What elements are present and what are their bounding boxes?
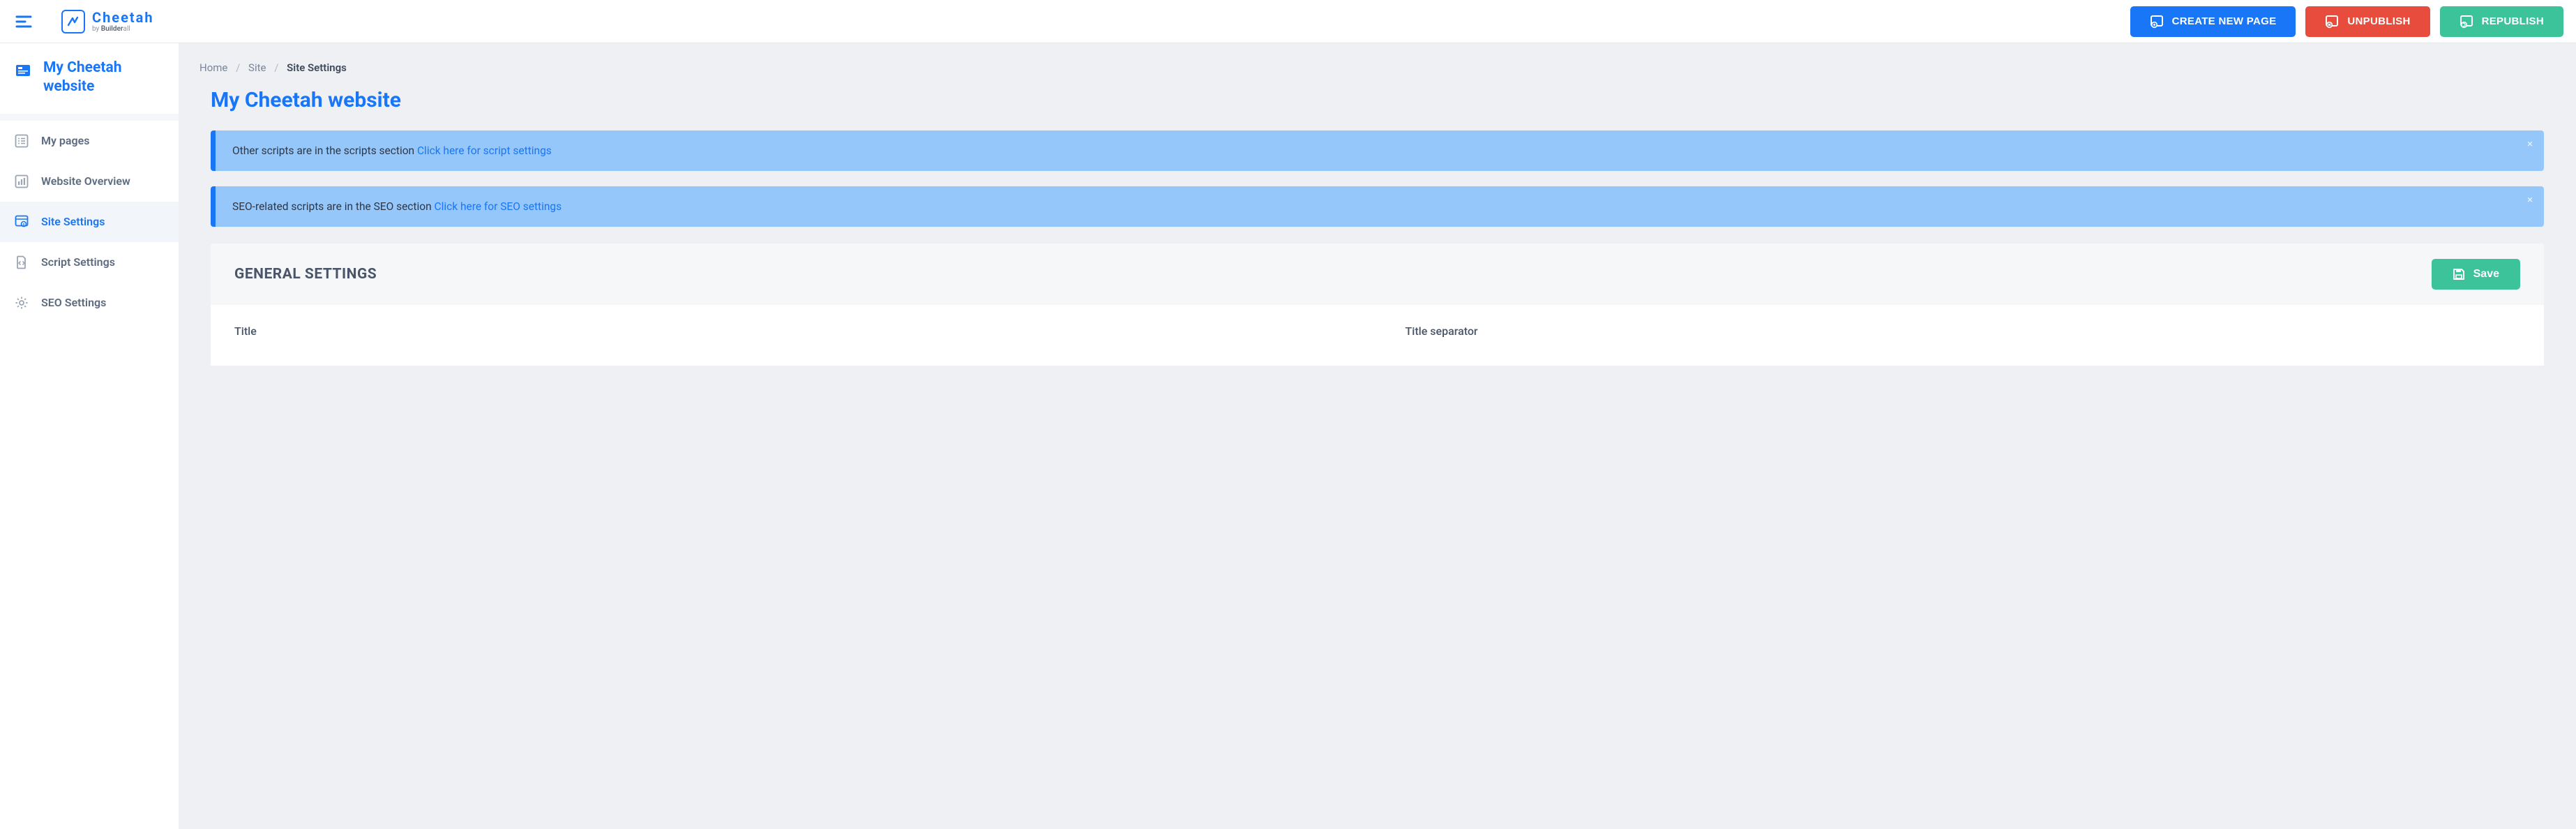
unpublish-button[interactable]: UNPUBLISH — [2305, 6, 2430, 37]
header-actions: CREATE NEW PAGE UNPUBLISH REPUBLISH — [2130, 6, 2576, 37]
breadcrumb: Home / Site / Site Settings — [179, 61, 2576, 88]
panel-title: GENERAL SETTINGS — [234, 266, 377, 283]
brand-byline: by Builderall — [92, 26, 154, 33]
breadcrumb-current: Site Settings — [287, 61, 347, 74]
sidebar-site-title-block[interactable]: My Cheetah website — [0, 43, 179, 114]
breadcrumb-separator: / — [274, 61, 278, 74]
page-title: My Cheetah website — [179, 88, 2576, 130]
republish-label: REPUBLISH — [2482, 15, 2544, 27]
sidebar-item-script-settings[interactable]: Script Settings — [0, 242, 179, 283]
field-label-separator: Title separator — [1406, 324, 2521, 338]
create-new-page-button[interactable]: CREATE NEW PAGE — [2130, 6, 2296, 37]
close-icon[interactable]: × — [2527, 193, 2533, 206]
main-content: Home / Site / Site Settings My Cheetah w… — [179, 43, 2576, 829]
field-label-title: Title — [234, 324, 1350, 338]
sidebar-divider — [0, 114, 179, 121]
hamburger-wrap — [0, 15, 47, 28]
alert-seo: SEO-related scripts are in the SEO secti… — [211, 186, 2544, 227]
form-col-separator: Title separator — [1406, 324, 2521, 338]
sidebar-item-label: Site Settings — [41, 215, 105, 228]
sidebar-item-label: My pages — [41, 134, 89, 147]
sidebar-site-title: My Cheetah website — [43, 59, 165, 97]
save-button[interactable]: Save — [2432, 259, 2520, 290]
alert-scripts-text: Other scripts are in the scripts section — [232, 144, 417, 157]
republish-icon — [2460, 15, 2473, 29]
sidebar-item-my-pages[interactable]: My pages — [0, 121, 179, 161]
sidebar-item-label: Script Settings — [41, 255, 115, 269]
unpublish-icon — [2325, 15, 2339, 29]
chart-icon — [15, 174, 29, 188]
panel-header: GENERAL SETTINGS Save — [211, 244, 2544, 305]
republish-button[interactable]: REPUBLISH — [2440, 6, 2563, 37]
sidebar-item-label: Website Overview — [41, 174, 130, 188]
brand-name: Cheetah — [92, 10, 154, 24]
menu-toggle-icon[interactable] — [15, 15, 32, 28]
panel-body: Title Title separator — [211, 305, 2544, 366]
create-new-page-label: CREATE NEW PAGE — [2172, 15, 2277, 27]
sidebar-item-website-overview[interactable]: Website Overview — [0, 161, 179, 202]
alert-seo-text: SEO-related scripts are in the SEO secti… — [232, 200, 435, 213]
list-icon — [15, 134, 29, 148]
sidebar: My Cheetah website My pages Website Over… — [0, 43, 179, 829]
save-icon — [2453, 268, 2465, 281]
brand-logo[interactable]: Cheetah by Builderall — [47, 10, 154, 33]
close-icon[interactable]: × — [2527, 137, 2533, 150]
code-file-icon — [15, 255, 29, 269]
site-settings-icon — [15, 215, 29, 229]
alert-scripts: Other scripts are in the scripts section… — [211, 130, 2544, 171]
alert-scripts-link[interactable]: Click here for script settings — [417, 144, 552, 157]
brand-text: Cheetah by Builderall — [92, 10, 154, 33]
save-button-label: Save — [2473, 268, 2499, 281]
breadcrumb-separator: / — [236, 61, 240, 74]
breadcrumb-home[interactable]: Home — [199, 61, 227, 74]
breadcrumb-site[interactable]: Site — [248, 61, 266, 74]
brand-icon — [61, 10, 85, 33]
form-col-title: Title — [234, 324, 1350, 338]
gear-icon — [15, 296, 29, 310]
sidebar-item-label: SEO Settings — [41, 296, 106, 309]
top-header: Cheetah by Builderall CREATE NEW PAGE UN… — [0, 0, 2576, 43]
unpublish-label: UNPUBLISH — [2347, 15, 2410, 27]
new-page-icon — [2150, 15, 2164, 29]
alert-seo-link[interactable]: Click here for SEO settings — [435, 200, 562, 213]
sidebar-item-seo-settings[interactable]: SEO Settings — [0, 283, 179, 323]
sidebar-item-site-settings[interactable]: Site Settings — [0, 202, 179, 242]
site-card-icon — [15, 64, 31, 77]
general-settings-panel: GENERAL SETTINGS Save Title Title separa… — [211, 244, 2544, 366]
